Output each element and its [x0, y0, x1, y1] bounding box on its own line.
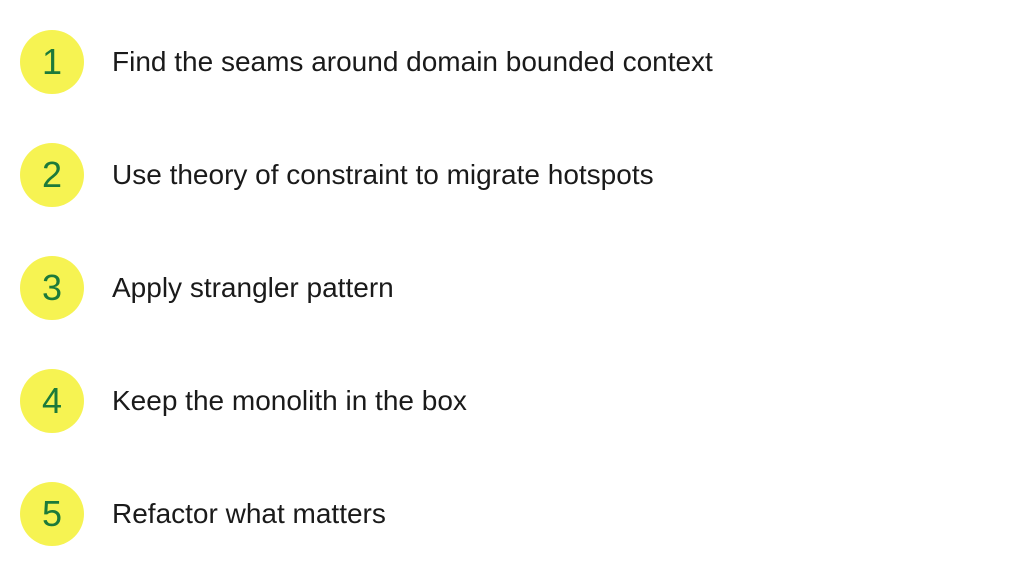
item-label: Use theory of constraint to migrate hots… — [112, 159, 654, 191]
number-text: 4 — [42, 380, 62, 422]
number-badge-icon: 4 — [20, 369, 84, 433]
number-text: 3 — [42, 267, 62, 309]
number-text: 5 — [42, 493, 62, 535]
number-text: 2 — [42, 154, 62, 196]
list-item: 5 Refactor what matters — [20, 482, 1004, 546]
list-item: 1 Find the seams around domain bounded c… — [20, 30, 1004, 94]
number-badge-icon: 2 — [20, 143, 84, 207]
list-item: 3 Apply strangler pattern — [20, 256, 1004, 320]
number-badge-icon: 5 — [20, 482, 84, 546]
list-item: 4 Keep the monolith in the box — [20, 369, 1004, 433]
list-item: 2 Use theory of constraint to migrate ho… — [20, 143, 1004, 207]
number-badge-icon: 1 — [20, 30, 84, 94]
item-label: Find the seams around domain bounded con… — [112, 46, 713, 78]
number-text: 1 — [42, 41, 62, 83]
item-label: Refactor what matters — [112, 498, 386, 530]
item-label: Apply strangler pattern — [112, 272, 394, 304]
item-label: Keep the monolith in the box — [112, 385, 467, 417]
slide-container: 1 Find the seams around domain bounded c… — [0, 0, 1024, 576]
number-badge-icon: 3 — [20, 256, 84, 320]
